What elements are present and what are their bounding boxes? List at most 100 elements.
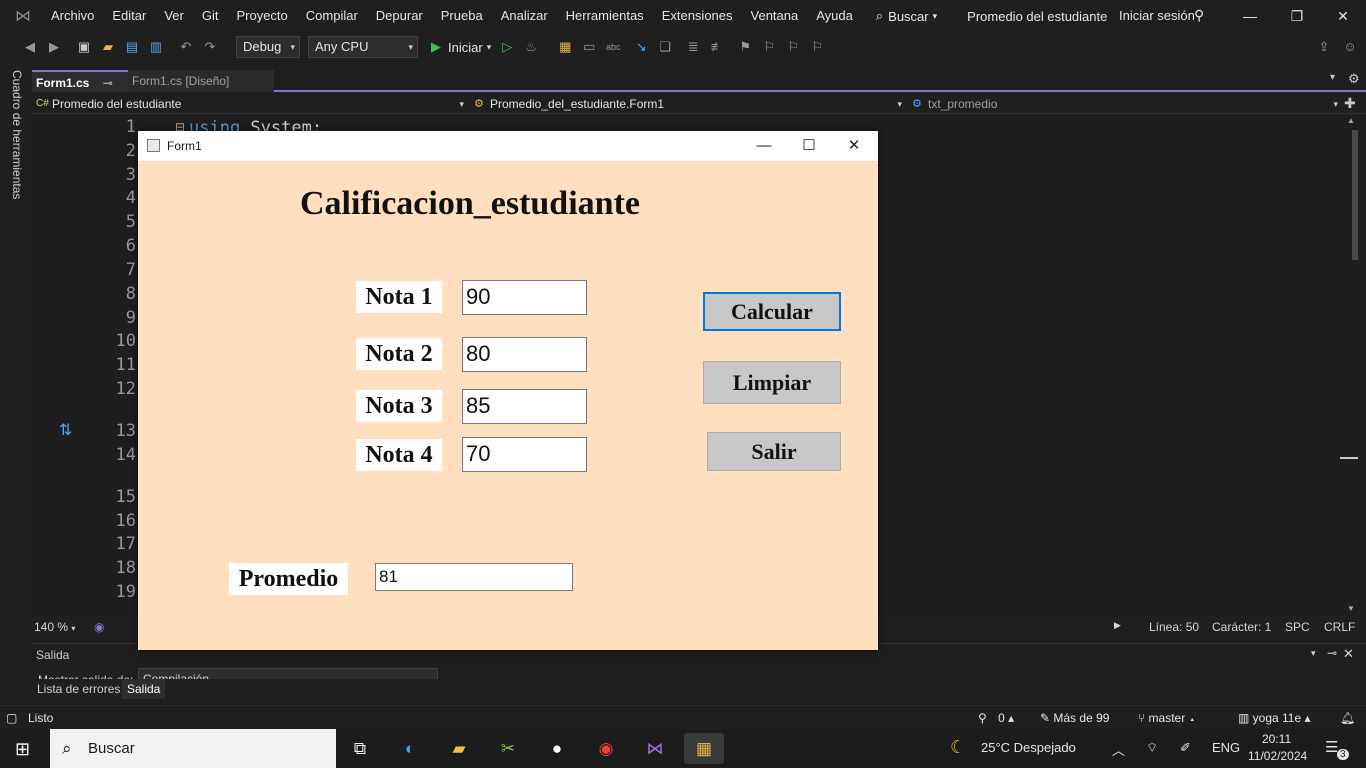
forward-icon[interactable]: ▶ <box>44 37 64 57</box>
minimize-icon[interactable]: — <box>1240 6 1260 26</box>
tray-expand-icon[interactable]: ︿ <box>1112 740 1125 759</box>
split-icon[interactable]: ✚ <box>1344 95 1356 112</box>
menu-compilar[interactable]: Compilar <box>297 0 367 32</box>
new-project-icon[interactable]: ▣ <box>74 37 94 57</box>
step-icon[interactable]: ↘ <box>631 37 651 57</box>
feedback-icon[interactable]: ☺ <box>1340 37 1360 57</box>
share-icon[interactable]: ⇪ <box>1314 37 1334 57</box>
visual-studio-icon[interactable]: ⋈ <box>635 733 675 764</box>
member-dropdown[interactable]: ⚙ txt_promedio ▾ <box>908 94 1342 114</box>
menu-extensiones[interactable]: Extensiones <box>653 0 742 32</box>
signin-button[interactable]: Iniciar sesión <box>1119 8 1195 23</box>
close-icon[interactable]: ✕ <box>1333 6 1353 26</box>
nota3-input[interactable]: 85 <box>462 389 587 424</box>
nota2-input[interactable]: 80 <box>462 337 587 372</box>
pin-icon[interactable]: ⊸ <box>103 76 113 90</box>
undo-icon[interactable]: ↶ <box>176 37 196 57</box>
solution-config-dropdown[interactable]: Debug ▾ <box>236 36 300 58</box>
maximize-icon[interactable]: ☐ <box>797 136 821 156</box>
clear-bookmarks-icon[interactable]: ⚐ <box>807 37 827 57</box>
clock-time[interactable]: 20:11 <box>1262 732 1291 746</box>
language-indicator[interactable]: ENG <box>1212 740 1240 755</box>
scroll-down-icon[interactable]: ▼ <box>1347 604 1355 613</box>
menu-proyecto[interactable]: Proyecto <box>227 0 296 32</box>
char-indicator[interactable]: Carácter: 1 <box>1212 620 1271 634</box>
chrome-icon[interactable]: ◉ <box>586 733 626 764</box>
crlf-indicator[interactable]: CRLF <box>1324 620 1355 634</box>
tab-form1-design[interactable]: Form1.cs [Diseño] <box>128 70 274 92</box>
back-icon[interactable]: ◀ <box>20 37 40 57</box>
menu-editar[interactable]: Editar <box>103 0 155 32</box>
tab-form1-cs[interactable]: Form1.cs ⊸ ✕ <box>32 70 128 112</box>
start-button[interactable]: Iniciar <box>448 40 483 55</box>
prev-bookmark-icon[interactable]: ⚐ <box>759 37 779 57</box>
branch-indicator[interactable]: ⑂ master ▴ <box>1138 711 1196 725</box>
changes-indicator[interactable]: ✎ Más de 99 <box>1040 711 1109 725</box>
comment-icon[interactable]: ≣ <box>683 37 703 57</box>
maximize-icon[interactable]: ❐ <box>1287 6 1307 26</box>
form1-titlebar[interactable]: Form1 — ☐ ✕ <box>138 131 878 161</box>
zoom-dropdown[interactable]: 140 % ▾ <box>34 620 75 634</box>
tab-output[interactable]: Salida <box>122 679 166 699</box>
platform-dropdown[interactable]: Any CPU ▾ <box>308 36 418 58</box>
spc-indicator[interactable]: SPC <box>1285 620 1310 634</box>
chevron-down-icon[interactable]: ▾ <box>487 42 492 53</box>
save-all-icon[interactable]: ▥ <box>146 37 166 57</box>
solution-explorer-icon[interactable]: ▦ <box>555 37 575 57</box>
project-dropdown[interactable]: C# Promedio del estudiante ▾ <box>32 94 468 114</box>
scroll-thumb[interactable] <box>1352 130 1358 260</box>
copy-icon[interactable]: ❏ <box>655 37 675 57</box>
close-icon[interactable]: ✕ <box>842 136 866 156</box>
start-without-debug-icon[interactable]: ▷ <box>497 37 517 57</box>
tab-error-list[interactable]: Lista de errores <box>32 679 125 699</box>
winforms-app-icon[interactable]: ▦ <box>684 733 724 764</box>
clock-date[interactable]: 11/02/2024 <box>1248 749 1307 763</box>
tab-list-icon[interactable]: ▾ <box>1330 72 1335 83</box>
github-icon[interactable]: ● <box>537 733 577 764</box>
gear-icon[interactable]: ⚙ <box>1348 71 1360 87</box>
start-icon[interactable]: ▶ <box>426 37 446 57</box>
pen-icon[interactable]: ✐ <box>1180 740 1191 756</box>
menu-analizar[interactable]: Analizar <box>492 0 557 32</box>
app-icon[interactable]: ✂ <box>488 733 528 764</box>
spell-check-icon[interactable]: abc <box>603 37 623 57</box>
pin-icon[interactable]: ⊸ <box>1327 646 1337 660</box>
code-lens-icon[interactable]: ⇅ <box>59 420 72 440</box>
scroll-up-icon[interactable]: ▲ <box>1347 116 1355 125</box>
file-explorer-icon[interactable]: ▰ <box>439 733 479 764</box>
edge-icon[interactable]: ◐ <box>390 733 430 764</box>
menu-prueba[interactable]: Prueba <box>432 0 492 32</box>
menu-herramientas[interactable]: Herramientas <box>557 0 653 32</box>
menu-ayuda[interactable]: Ayuda <box>807 0 862 32</box>
salir-button[interactable]: Salir <box>707 432 841 471</box>
toolbox-tab[interactable]: Cuadro de herramientas <box>10 70 24 199</box>
class-dropdown[interactable]: ⚙ Promedio_del_estudiante.Form1 ▾ <box>470 94 906 114</box>
calcular-button[interactable]: Calcular <box>703 292 841 331</box>
open-folder-icon[interactable]: ▰ <box>98 37 118 57</box>
hot-reload-icon[interactable]: ♨ <box>521 37 541 57</box>
promedio-output[interactable]: 81 <box>375 563 573 591</box>
uncomment-icon[interactable]: ≢ <box>707 37 727 57</box>
limpiar-button[interactable]: Limpiar <box>703 361 841 404</box>
chevron-down-icon[interactable]: ▾ <box>1311 648 1316 659</box>
taskbar-search[interactable]: ⌕ Buscar <box>50 729 336 768</box>
errors-indicator[interactable]: ⚲ 0 ▴ <box>978 711 1014 725</box>
layout-icon[interactable]: ▭ <box>579 37 599 57</box>
line-indicator[interactable]: Línea: 50 <box>1149 620 1199 634</box>
redo-icon[interactable]: ↷ <box>200 37 220 57</box>
account-settings-icon[interactable]: ⚲ <box>1194 7 1204 24</box>
bookmark-icon[interactable]: ⚑ <box>735 37 755 57</box>
menu-archivo[interactable]: Archivo <box>42 0 103 32</box>
menu-depurar[interactable]: Depurar <box>367 0 432 32</box>
nota1-input[interactable]: 90 <box>462 280 587 315</box>
menu-ver[interactable]: Ver <box>155 0 193 32</box>
scroll-right-icon[interactable]: ▶ <box>1114 620 1121 631</box>
windows-start-icon[interactable]: ⊞ <box>15 739 30 760</box>
close-icon[interactable]: ✕ <box>1343 646 1354 662</box>
minimize-icon[interactable]: — <box>752 136 776 156</box>
task-view-icon[interactable]: ⧉ <box>340 733 380 764</box>
menu-git[interactable]: Git <box>193 0 228 32</box>
repo-indicator[interactable]: ▥ yoga 11e ▴ <box>1238 711 1311 725</box>
save-icon[interactable]: ▤ <box>122 37 142 57</box>
menu-ventana[interactable]: Ventana <box>742 0 808 32</box>
